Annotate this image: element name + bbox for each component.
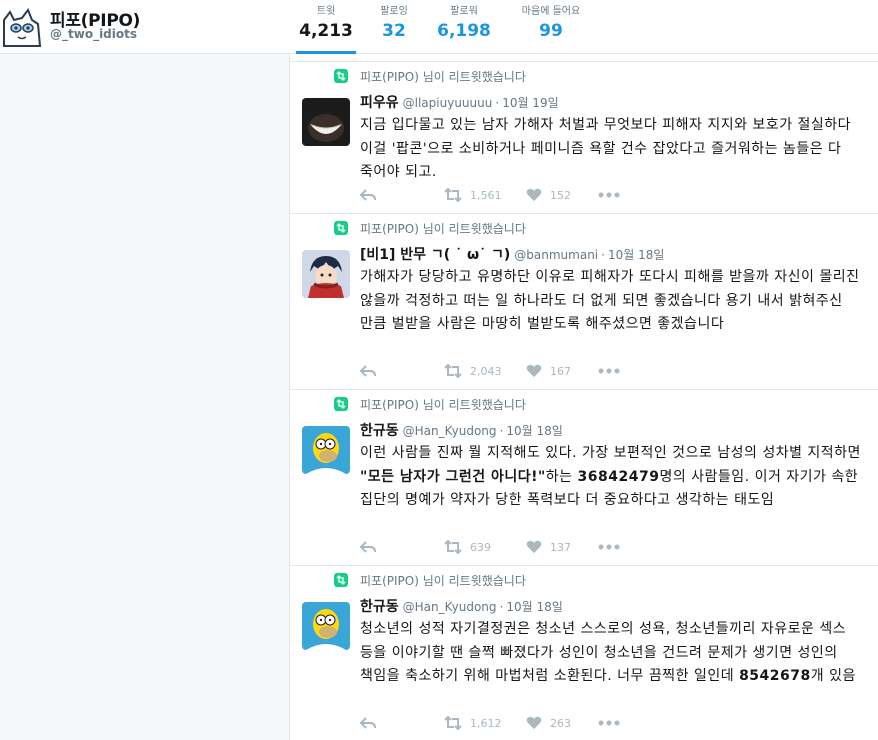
stat-following-label: 팔로잉 <box>380 6 408 17</box>
tweet-actions: 1,612 263 <box>360 714 660 732</box>
stat-followers[interactable]: 팔로워 6,198 <box>436 6 492 41</box>
heart-icon <box>526 540 542 553</box>
retweet-button[interactable]: 639 <box>444 538 491 556</box>
grin-face-avatar[interactable] <box>302 98 350 146</box>
tweet-timestamp[interactable]: 10월 18일 <box>506 600 562 614</box>
homer-simpson-avatar[interactable] <box>302 426 350 474</box>
heart-icon <box>526 716 542 729</box>
tweet-header: 피우유 @llapiuyuuuuu · 10월 19일 <box>360 95 559 111</box>
stat-following[interactable]: 팔로잉 32 <box>370 6 418 41</box>
stat-followers-value: 6,198 <box>437 21 491 41</box>
tweet-text: 청소년의 성적 자기결정권은 청소년 스스로의 성욕, 청소년들끼리 자유로운 … <box>360 621 856 684</box>
stat-tweets[interactable]: 트윗 4,213 <box>296 6 356 54</box>
anime-character-avatar[interactable] <box>302 250 350 298</box>
timeline-divider <box>290 54 878 62</box>
tweet-item[interactable]: 피포(PIPO) 님이 리트윗했습니다 피우유 @llapiuyuuuuu · 10월… <box>290 62 878 214</box>
more-options-button[interactable] <box>598 186 620 204</box>
like-button[interactable]: 167 <box>526 362 571 380</box>
retweet-context[interactable]: 피포(PIPO) 님이 리트윗했습니다 <box>360 396 526 413</box>
reply-button[interactable] <box>360 714 376 732</box>
retweet-count: 639 <box>470 540 491 554</box>
homer-simpson-avatar[interactable] <box>302 602 350 650</box>
tweet-item[interactable]: 피포(PIPO) 님이 리트윗했습니다 한규동 @Han_Kyudong · 10월 … <box>290 390 878 566</box>
more-options-button[interactable] <box>598 538 620 556</box>
reply-button[interactable] <box>360 186 376 204</box>
reply-icon <box>360 541 376 553</box>
tweet-author-name[interactable]: [비1] 반무 ㄱ( ˙ ω˙ ㄱ) <box>360 247 510 263</box>
reply-icon <box>360 365 376 377</box>
more-dots-icon <box>598 192 620 198</box>
tweet-author-handle[interactable]: @Han_Kyudong <box>403 424 497 438</box>
retweet-icon <box>444 364 462 378</box>
stat-likes-value: 99 <box>539 21 563 41</box>
retweeted-icon <box>334 68 348 83</box>
retweet-button[interactable]: 1,561 <box>444 186 502 204</box>
reply-button[interactable] <box>360 362 376 380</box>
reply-icon <box>360 717 376 729</box>
tweet-text: 이런 사람들 진짜 뭘 지적해도 있다. 가장 보편적인 것으로 남성의 성차별… <box>360 445 861 508</box>
retweet-button[interactable]: 2,043 <box>444 362 502 380</box>
like-count: 167 <box>550 364 571 378</box>
tweet-timestamp[interactable]: 10월 18일 <box>506 424 562 438</box>
heart-icon <box>526 364 542 377</box>
more-dots-icon <box>598 544 620 550</box>
tweet-timestamp[interactable]: 10월 18일 <box>608 248 664 262</box>
tweet-item[interactable]: 피포(PIPO) 님이 리트윗했습니다 [비1] 반무 ㄱ( ˙ ω˙ ㄱ) @b… <box>290 214 878 390</box>
more-options-button[interactable] <box>598 714 620 732</box>
stat-following-value: 32 <box>382 21 406 41</box>
tweet-author-handle[interactable]: @Han_Kyudong <box>403 600 497 614</box>
retweet-button[interactable]: 1,612 <box>444 714 502 732</box>
stat-tweets-value: 4,213 <box>299 21 353 41</box>
retweet-icon <box>444 540 462 554</box>
reply-button[interactable] <box>360 538 376 556</box>
reply-icon <box>360 189 376 201</box>
like-count: 137 <box>550 540 571 554</box>
retweet-icon <box>444 716 462 730</box>
tweet-author-handle[interactable]: @llapiuyuuuuu <box>403 96 493 110</box>
profile-handle[interactable]: @_two_idiots <box>50 27 137 41</box>
like-count: 263 <box>550 716 571 730</box>
more-options-button[interactable] <box>598 362 620 380</box>
retweet-context[interactable]: 피포(PIPO) 님이 리트윗했습니다 <box>360 220 526 237</box>
tweet-text: 지금 입다물고 있는 남자 가해자 처벌과 무엇보다 피해자 지지와 보호가 절… <box>360 117 852 180</box>
tweet-header: [비1] 반무 ㄱ( ˙ ω˙ ㄱ) @banmumani · 10월 18일 <box>360 247 665 263</box>
stat-likes[interactable]: 마음에 들어요 99 <box>512 6 590 41</box>
more-dots-icon <box>598 368 620 374</box>
retweet-count: 1,561 <box>470 188 502 202</box>
tweet-actions: 639 137 <box>360 538 660 556</box>
retweeted-icon <box>334 396 348 411</box>
tweet-actions: 2,043 167 <box>360 362 660 380</box>
profile-nav-bar: 피포(PIPO) @_two_idiots 트윗 4,213 팔로잉 32 팔로… <box>0 0 878 54</box>
retweet-count: 2,043 <box>470 364 502 378</box>
retweet-icon <box>444 188 462 202</box>
tweet-author-handle[interactable]: @banmumani <box>514 248 598 262</box>
like-count: 152 <box>550 188 571 202</box>
retweet-count: 1,612 <box>470 716 502 730</box>
heart-icon <box>526 188 542 201</box>
tweet-header: 한규동 @Han_Kyudong · 10월 18일 <box>360 423 563 439</box>
tweet-author-name[interactable]: 한규동 <box>360 423 399 439</box>
retweet-context[interactable]: 피포(PIPO) 님이 리트윗했습니다 <box>360 572 526 589</box>
tweet-item[interactable]: 피포(PIPO) 님이 리트윗했습니다 한규동 @Han_Kyudong · 10월 … <box>290 566 878 740</box>
tweet-author-name[interactable]: 피우유 <box>360 95 399 111</box>
tweet-header: 한규동 @Han_Kyudong · 10월 18일 <box>360 599 563 615</box>
like-button[interactable]: 137 <box>526 538 571 556</box>
tweet-timeline: 피포(PIPO) 님이 리트윗했습니다 피우유 @llapiuyuuuuu · 10월… <box>289 54 878 740</box>
stat-tweets-label: 트윗 <box>316 6 336 17</box>
like-button[interactable]: 152 <box>526 186 571 204</box>
tweet-timestamp[interactable]: 10월 19일 <box>502 96 558 110</box>
stat-followers-label: 팔로워 <box>450 6 478 17</box>
stat-likes-label: 마음에 들어요 <box>521 6 581 17</box>
like-button[interactable]: 263 <box>526 714 571 732</box>
more-dots-icon <box>598 720 620 726</box>
retweeted-icon <box>334 220 348 235</box>
tweet-author-name[interactable]: 한규동 <box>360 599 399 615</box>
profile-avatar-icon[interactable] <box>0 6 44 48</box>
tweet-actions: 1,561 152 <box>360 186 660 204</box>
retweeted-icon <box>334 572 348 587</box>
retweet-context[interactable]: 피포(PIPO) 님이 리트윗했습니다 <box>360 68 526 85</box>
tweet-text: 가해자가 당당하고 유명하단 이유로 피해자가 또다시 피해를 받을까 자신이 … <box>360 269 860 332</box>
